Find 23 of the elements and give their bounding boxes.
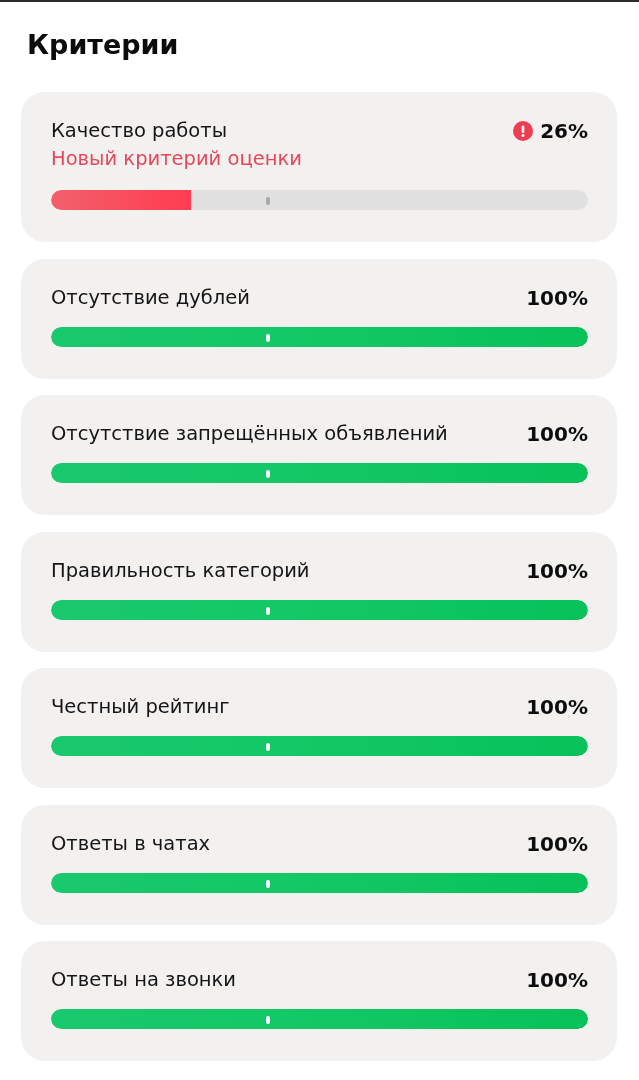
criterion-note: Новый критерий оценки	[51, 146, 302, 172]
criterion-name: Отсутствие запрещённых объявлений	[51, 421, 448, 447]
criterion-name: Ответы в чатах	[51, 830, 211, 857]
criterion-name: Качество работы	[51, 118, 228, 144]
percent-value: 100%	[526, 830, 588, 857]
threshold-marker-icon	[265, 879, 270, 888]
percent-value: 100%	[526, 557, 588, 584]
percent-value: 100%	[526, 694, 588, 720]
threshold-marker-icon	[265, 743, 270, 751]
section-title: Критерии	[26, 28, 180, 62]
criterion-name: Отсутствие дублей	[51, 284, 250, 311]
threshold-marker-icon	[265, 197, 270, 205]
threshold-marker-icon	[265, 606, 270, 615]
percent-value: 100%	[526, 284, 588, 311]
threshold-marker-icon	[265, 333, 270, 342]
percent-value: 100%	[526, 421, 588, 447]
threshold-marker-icon	[265, 470, 270, 478]
criterion-name: Правильность категорий	[51, 557, 310, 584]
criterion-name: Ответы на звонки	[51, 967, 237, 993]
threshold-marker-icon	[265, 1016, 270, 1024]
percent-value: 26%	[540, 118, 588, 144]
percent-value: 100%	[526, 967, 588, 993]
criterion-name: Честный рейтинг	[51, 694, 230, 720]
